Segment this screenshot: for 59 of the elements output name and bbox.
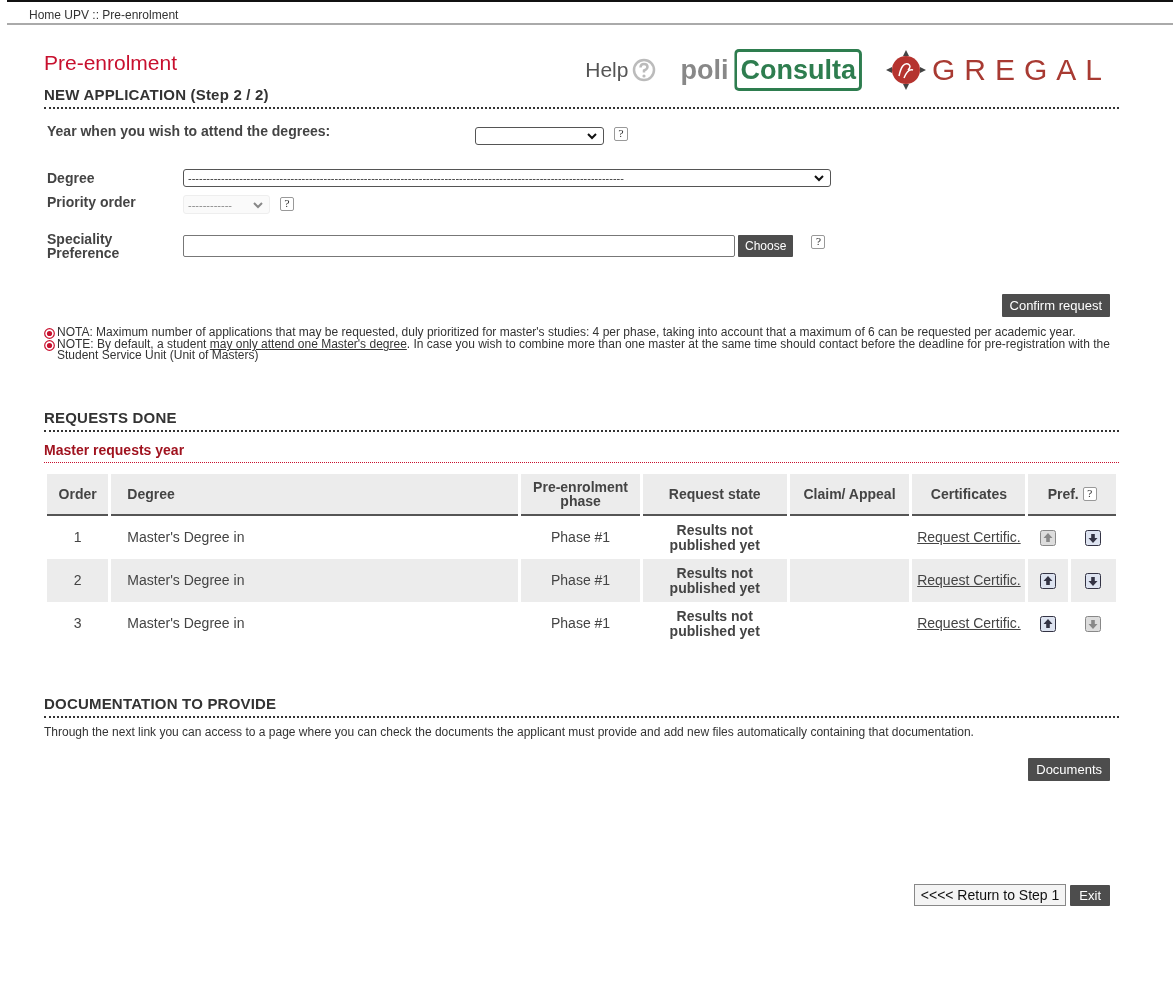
table-cell: Master's Degree in: [111, 559, 519, 602]
table-cell-text: 3: [72, 614, 83, 633]
table-cell-text: Master's Degree in: [126, 528, 246, 547]
confirm-button[interactable]: Confirm request: [1001, 294, 1110, 317]
chevron-icon: [252, 199, 264, 210]
field-label: Year when you wish to attend the degrees:: [46, 123, 332, 139]
move-down-icon[interactable]: [1085, 529, 1102, 546]
column-header: Pre-enrolment phase: [521, 474, 640, 516]
table-cell: Phase #1: [521, 559, 640, 602]
certificate-link[interactable]: Request Certific.: [917, 529, 1021, 545]
column-header: Degree: [111, 474, 519, 516]
speciality-field[interactable]: [183, 235, 735, 257]
return-button[interactable]: <<<< Return to Step 1: [913, 884, 1067, 906]
table-cell-text: Results not published yet: [668, 606, 761, 641]
description-text: Through the next link you can access to a page where you can check the documents the applicant must provide and add new files automatically containing that documentation.: [44, 726, 975, 738]
section-heading: DOCUMENTATION TO PROVIDE: [44, 695, 278, 712]
question-icon: [632, 58, 657, 82]
choose-button[interactable]: Choose: [738, 235, 794, 257]
help-link[interactable]: Help: [585, 58, 657, 82]
note-text: NOTE: By default, a student may only attend one Master's degree. In case you wish to combine more than one master at the same time should contact before the deadline for pre-registration with the Student Service Unit (Unit of Masters): [57, 339, 1111, 361]
certificate-link[interactable]: Request Certific.: [917, 615, 1021, 631]
table-cell-text: Phase #1: [549, 528, 612, 547]
page-title: Pre-enrolment: [44, 51, 179, 75]
move-up-icon[interactable]: [1040, 615, 1057, 632]
column-header: Order: [47, 474, 109, 516]
help-button[interactable]: ?: [811, 235, 826, 249]
section-heading: NEW APPLICATION (Step 2 / 2): [44, 86, 269, 103]
move-up-icon[interactable]: [1040, 572, 1057, 589]
note-text: NOTA: Maximum number of applications that may be requested, duly prioritized for master's studies: 4 per phase, taking into account that a maximum of 6 can be requested per academic year.: [57, 327, 1076, 338]
gregal-logo: GREGAL: [885, 50, 1111, 90]
section-heading: REQUESTS DONE: [44, 409, 178, 426]
help-button[interactable]: ?: [614, 127, 628, 141]
move-down-icon[interactable]: [1085, 572, 1102, 589]
table-cell-text: Master's Degree in: [126, 614, 246, 633]
documents-button[interactable]: Documents: [1028, 758, 1110, 781]
exit-button[interactable]: Exit: [1070, 885, 1110, 906]
field-label: Degree: [46, 170, 96, 186]
column-header: Certificates: [912, 474, 1026, 516]
field-label: Priority order: [46, 193, 137, 210]
help-button[interactable]: ?: [1082, 487, 1097, 501]
degree-dropdown[interactable]: -----------------------------------------------------------------------------------------------------------------------: [183, 169, 831, 187]
table-cell-text: Phase #1: [549, 614, 612, 633]
field-label: Speciality Preference: [46, 232, 121, 260]
table-cell: Results not published yet: [642, 559, 787, 602]
table-cell-text: 1: [72, 528, 83, 547]
subheading: Master requests year: [44, 442, 186, 458]
sun-icon: [885, 50, 926, 90]
column-header: Request state: [642, 474, 787, 516]
year-dropdown[interactable]: [475, 127, 604, 145]
chevron-icon: [813, 173, 825, 183]
chevron-icon: [586, 131, 598, 141]
policonsulta-logo: poli Consulta: [680, 49, 862, 91]
table-cell-text: Results not published yet: [668, 520, 761, 555]
column-header: Claim/ Appeal: [789, 474, 910, 516]
column-header: Pref.: [1047, 486, 1079, 502]
bullet-icon: [44, 328, 55, 339]
bullet-icon: [44, 340, 55, 351]
table-cell: 2: [47, 559, 109, 602]
breadcrumb[interactable]: Home UPV :: Pre-enrolment: [29, 8, 179, 22]
